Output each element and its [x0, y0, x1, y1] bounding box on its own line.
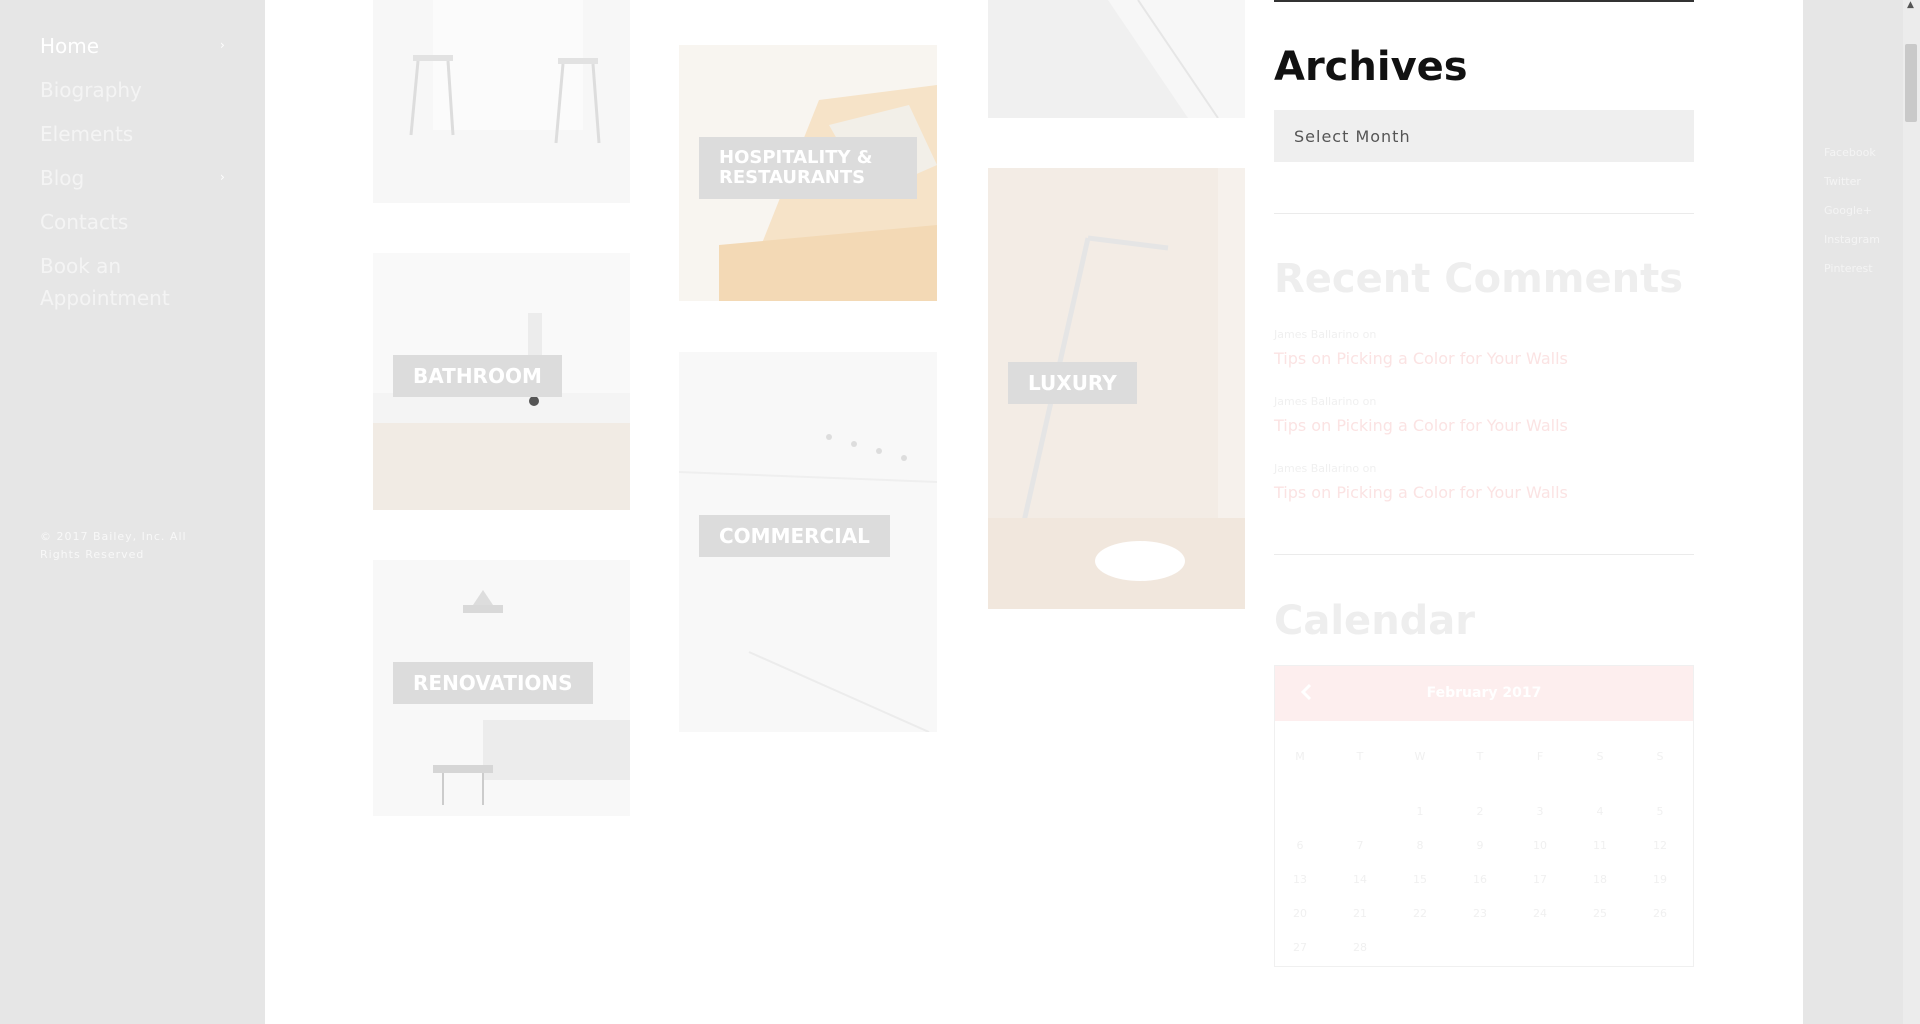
main-sidebar: Home › Biography Elements Blog › Contact… — [0, 0, 265, 1024]
portfolio-tile-top-right[interactable] — [988, 0, 1245, 118]
calendar-day[interactable]: 5 — [1640, 805, 1680, 818]
calendar-weekday: T — [1356, 750, 1364, 763]
nav-item-biography[interactable]: Biography — [40, 74, 142, 106]
calendar-day[interactable]: 2 — [1460, 805, 1500, 818]
calendar-day[interactable]: 18 — [1580, 873, 1620, 886]
archives-select-value: Select Month — [1294, 126, 1411, 146]
calendar-day[interactable]: 4 — [1580, 805, 1620, 818]
comment-post-link[interactable]: Tips on Picking a Color for Your Walls — [1274, 349, 1568, 368]
calendar-day[interactable]: 11 — [1580, 839, 1620, 852]
comment-author[interactable]: James Ballarino on — [1274, 328, 1376, 341]
widget-divider — [1274, 554, 1694, 555]
comment-post-link[interactable]: Tips on Picking a Color for Your Walls — [1274, 483, 1568, 502]
calendar-day[interactable]: 20 — [1280, 907, 1320, 920]
luxury-label[interactable]: LUXURY — [1008, 362, 1137, 404]
calendar-header: February 2017 — [1275, 666, 1693, 721]
calendar-day[interactable]: 26 — [1640, 907, 1680, 920]
copyright-text: © 2017 Bailey, Inc. All Rights Reserved — [40, 530, 187, 561]
calendar-weekday: W — [1414, 750, 1426, 763]
calendar-day[interactable]: 15 — [1400, 873, 1440, 886]
calendar-day[interactable]: 19 — [1640, 873, 1680, 886]
portfolio-tile-stools[interactable] — [373, 0, 630, 203]
calendar-weekday: M — [1295, 750, 1305, 763]
calendar-day[interactable]: 16 — [1460, 873, 1500, 886]
calendar-day[interactable]: 10 — [1520, 839, 1560, 852]
widget-top-divider — [1274, 0, 1694, 2]
chevron-right-icon[interactable]: › — [220, 38, 225, 52]
recent-comments-title: Recent Comments — [1274, 256, 1684, 302]
portfolio-tile-renovations[interactable]: RENOVATIONS — [373, 560, 630, 816]
calendar-day[interactable]: 24 — [1520, 907, 1560, 920]
bathroom-label[interactable]: BATHROOM — [393, 355, 562, 397]
nav-item-home[interactable]: Home — [40, 30, 99, 62]
calendar-day[interactable]: 25 — [1580, 907, 1620, 920]
comment-post-link[interactable]: Tips on Picking a Color for Your Walls — [1274, 416, 1568, 435]
calendar-day[interactable]: 1 — [1400, 805, 1440, 818]
stools-image — [373, 0, 630, 203]
portfolio-tile-luxury[interactable]: LUXURY — [988, 168, 1245, 609]
calendar-weekday: S — [1656, 750, 1664, 763]
social-link-facebook[interactable]: Facebook — [1824, 146, 1876, 159]
calendar-day[interactable]: 14 — [1340, 873, 1380, 886]
calendar-day[interactable]: 6 — [1280, 839, 1320, 852]
widget-divider — [1274, 213, 1694, 214]
social-link-pinterest[interactable]: Pinterest — [1824, 262, 1873, 275]
calendar-day[interactable]: 9 — [1460, 839, 1500, 852]
calendar-day[interactable]: 8 — [1400, 839, 1440, 852]
portfolio-tile-bathroom[interactable]: BATHROOM — [373, 253, 630, 510]
social-link-google-plus[interactable]: Google+ — [1824, 204, 1872, 217]
calendar-title: Calendar — [1274, 598, 1476, 644]
calendar-month-label: February 2017 — [1426, 685, 1542, 701]
nav-item-elements[interactable]: Elements — [40, 118, 133, 150]
portfolio-tile-hospitality[interactable]: HOSPITALITY & RESTAURANTS — [679, 45, 937, 301]
scroll-up-arrow-icon[interactable]: ▲ — [1907, 0, 1914, 10]
nav-item-book-appointment[interactable]: Book an Appointment — [40, 250, 200, 314]
renovations-label[interactable]: RENOVATIONS — [393, 662, 593, 704]
comment-author[interactable]: James Ballarino on — [1274, 395, 1376, 408]
commercial-label[interactable]: COMMERCIAL — [699, 515, 890, 557]
calendar-day[interactable]: 23 — [1460, 907, 1500, 920]
calendar-day[interactable]: 3 — [1520, 805, 1560, 818]
scrollbar-thumb[interactable] — [1905, 44, 1917, 122]
nav-item-blog[interactable]: Blog — [40, 162, 84, 194]
calendar-day[interactable]: 21 — [1340, 907, 1380, 920]
comment-author[interactable]: James Ballarino on — [1274, 462, 1376, 475]
portfolio-tile-commercial[interactable]: COMMERCIAL — [679, 352, 937, 732]
calendar-weekday: F — [1536, 750, 1544, 763]
architecture-image — [988, 0, 1245, 118]
calendar-day[interactable]: 28 — [1340, 941, 1380, 954]
hospitality-label[interactable]: HOSPITALITY & RESTAURANTS — [699, 137, 917, 199]
calendar-day[interactable]: 13 — [1280, 873, 1320, 886]
calendar-day[interactable]: 7 — [1340, 839, 1380, 852]
calendar-day[interactable]: 17 — [1520, 873, 1560, 886]
calendar-day[interactable]: 27 — [1280, 941, 1320, 954]
archives-month-select[interactable]: Select Month — [1274, 110, 1694, 162]
calendar-weekday: T — [1476, 750, 1484, 763]
archives-title: Archives — [1274, 44, 1468, 90]
chevron-right-icon[interactable]: › — [220, 170, 225, 184]
social-link-instagram[interactable]: Instagram — [1824, 233, 1880, 246]
social-link-twitter[interactable]: Twitter — [1824, 175, 1861, 188]
calendar-day[interactable]: 22 — [1400, 907, 1440, 920]
calendar-widget: February 2017 M T W T F S S 1 2 3 4 5 6 7 8 9 10 11 12 13 14… — [1274, 665, 1694, 967]
calendar-weekday: S — [1596, 750, 1604, 763]
chevron-left-icon[interactable] — [1297, 682, 1317, 702]
calendar-day[interactable]: 12 — [1640, 839, 1680, 852]
nav-item-contacts[interactable]: Contacts — [40, 206, 128, 238]
page-scrollbar[interactable]: ▲ — [1903, 0, 1920, 1024]
